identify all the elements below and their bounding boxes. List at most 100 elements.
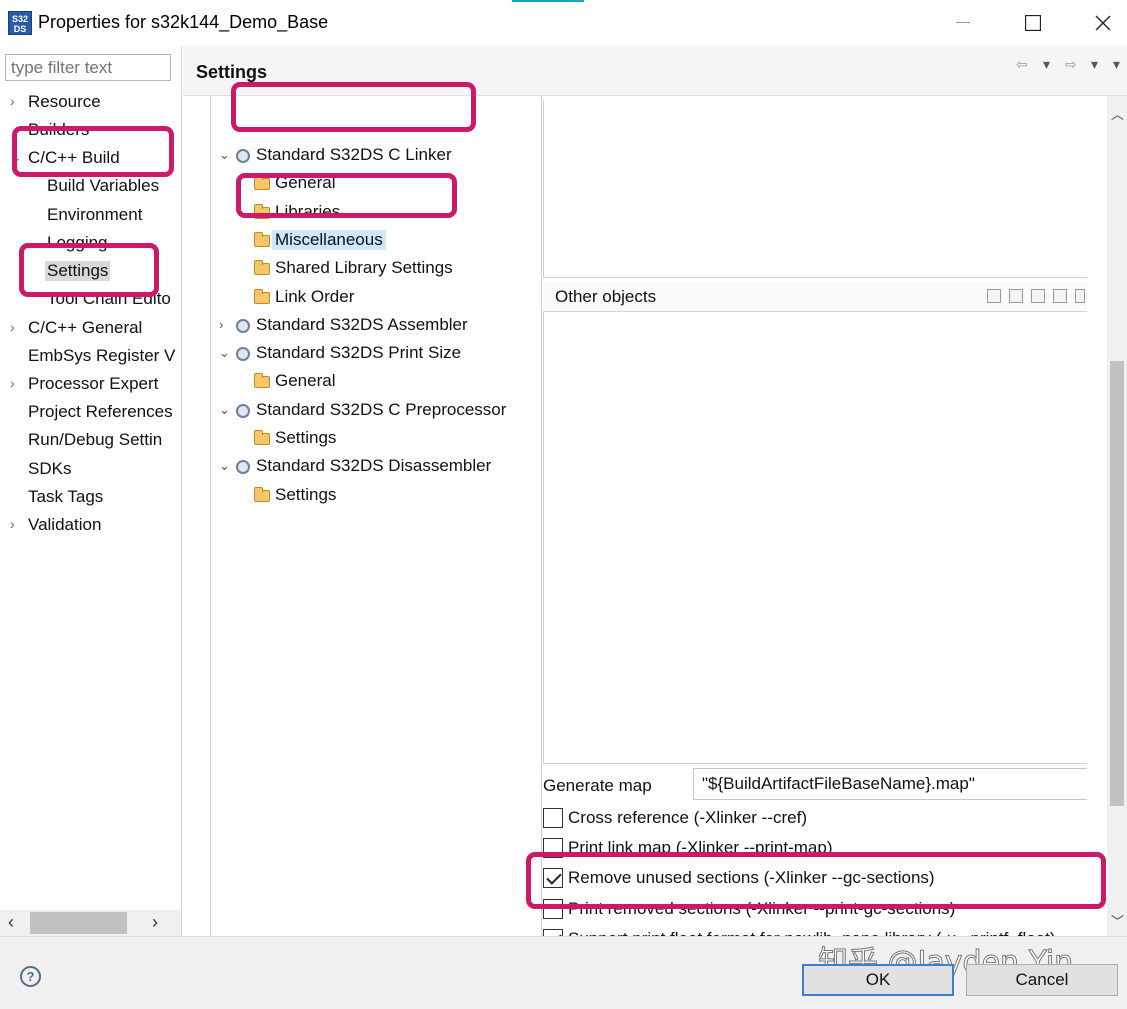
- tool-tree-item[interactable]: › Standard S32DS Assembler: [211, 314, 541, 340]
- edit-icon[interactable]: [1031, 289, 1045, 303]
- nav-item[interactable]: › Resource: [0, 91, 181, 117]
- tool-settings-tree: ⌄ Standard S32DS C Linker General Libraries…: [210, 96, 542, 936]
- maximize-button[interactable]: [1010, 8, 1056, 38]
- folder-icon: [254, 259, 272, 277]
- scroll-thumb[interactable]: [30, 912, 127, 934]
- minimize-button[interactable]: [940, 8, 986, 38]
- main-vertical-scrollbar[interactable]: ︿ ﹀: [1107, 96, 1127, 936]
- tool-tree-label: General: [275, 371, 336, 391]
- scroll-up-icon[interactable]: ︿: [1111, 104, 1124, 123]
- tool-tree-subitem[interactable]: General: [211, 172, 541, 198]
- chevron-down-icon[interactable]: ⌄: [219, 458, 230, 474]
- chevron-right-icon[interactable]: ›: [10, 93, 22, 109]
- chevron-down-icon[interactable]: ⌄: [219, 402, 230, 418]
- tool-tree-subitem[interactable]: Shared Library Settings: [211, 257, 541, 283]
- checkbox-unchecked[interactable]: [543, 898, 563, 919]
- nav-item[interactable]: Logging: [0, 232, 181, 258]
- move-up-icon[interactable]: [1053, 289, 1067, 303]
- move-down-icon[interactable]: [1075, 289, 1085, 303]
- tool-tree-subitem[interactable]: Miscellaneous: [211, 229, 541, 255]
- filter-input[interactable]: [5, 54, 171, 81]
- option-checkbox-row[interactable]: Print removed sections (-Xlinker --print…: [543, 897, 1087, 923]
- tool-tree-subitem[interactable]: Settings: [211, 484, 541, 510]
- scroll-down-icon[interactable]: ﹀: [1111, 911, 1124, 930]
- tool-tree-item[interactable]: ⌄ Standard S32DS C Linker: [211, 144, 541, 170]
- add-icon[interactable]: [987, 289, 1001, 303]
- option-label: Cross reference (-Xlinker --cref): [568, 808, 807, 827]
- gear-icon: [235, 344, 253, 362]
- chevron-down-icon[interactable]: ⌄: [219, 345, 230, 361]
- tool-tree-label: Libraries: [275, 201, 341, 221]
- title-bar: S32 DS Properties for s32k144_Demo_Base: [0, 0, 1127, 46]
- tool-tree-subitem[interactable]: Link Order: [211, 286, 541, 312]
- tool-tree-label: Settings: [275, 428, 337, 447]
- tool-tree-subitem[interactable]: Settings: [211, 427, 541, 453]
- option-checkbox-row[interactable]: Remove unused sections (-Xlinker --gc-se…: [543, 866, 1087, 892]
- nav-item-label: Run/Debug Settin: [28, 430, 163, 449]
- other-objects-list[interactable]: [543, 312, 1087, 764]
- minimize-icon: [956, 22, 970, 23]
- nav-item-label: SDKs: [28, 459, 72, 478]
- chevron-right-icon[interactable]: ›: [10, 516, 22, 532]
- scroll-left-icon[interactable]: ‹: [8, 912, 14, 933]
- nav-item[interactable]: Build Variables: [0, 175, 181, 201]
- cancel-button[interactable]: Cancel: [966, 964, 1118, 996]
- tool-tree-item[interactable]: ⌄ Standard S32DS C Preprocessor: [211, 399, 541, 425]
- tool-tree-item[interactable]: ⌄ Standard S32DS Print Size: [211, 342, 541, 368]
- nav-item[interactable]: › Processor Expert: [0, 373, 181, 399]
- option-checkbox-row[interactable]: Print link map (-Xlinker --print-map): [543, 836, 1087, 862]
- chevron-right-icon[interactable]: ›: [10, 375, 22, 391]
- nav-item[interactable]: Run/Debug Settin: [0, 429, 181, 455]
- tool-tree-subitem[interactable]: Libraries: [211, 201, 541, 227]
- close-icon: [1095, 15, 1111, 31]
- tool-tree-subitem[interactable]: General: [211, 370, 541, 396]
- nav-item[interactable]: Project References: [0, 401, 181, 427]
- chevron-down-icon[interactable]: ⌄: [10, 149, 22, 166]
- nav-item[interactable]: Tool Chain Edito: [0, 288, 181, 314]
- nav-item[interactable]: Settings: [0, 260, 181, 286]
- tool-tree-label: Standard S32DS Print Size: [256, 343, 462, 363]
- checkbox-unchecked[interactable]: [543, 808, 563, 828]
- chevron-right-icon[interactable]: ›: [10, 319, 22, 335]
- nav-item-label: C/C++ General: [28, 318, 143, 337]
- checkbox-unchecked[interactable]: [543, 838, 563, 859]
- nav-item[interactable]: EmbSys Register V: [0, 345, 181, 371]
- chevron-right-icon[interactable]: ›: [219, 317, 223, 332]
- option-checkbox-row[interactable]: Cross reference (-Xlinker --cref): [543, 806, 1087, 832]
- forward-menu-icon[interactable]: ▾: [1091, 56, 1098, 73]
- nav-item[interactable]: Task Tags: [0, 486, 181, 512]
- tool-tree-item[interactable]: ⌄ Standard S32DS Disassembler: [211, 455, 541, 481]
- add-workspace-icon[interactable]: [1009, 289, 1023, 303]
- nav-item-label: EmbSys Register V: [28, 346, 176, 365]
- folder-icon: [254, 486, 272, 504]
- nav-item-label: Tool Chain Edito: [47, 289, 171, 308]
- back-arrow-icon[interactable]: ⇦: [1016, 56, 1028, 73]
- option-label: Remove unused sections (-Xlinker --gc-se…: [568, 868, 935, 888]
- tool-tree-label: Standard S32DS Assembler: [256, 314, 468, 334]
- maximize-icon: [1025, 15, 1041, 31]
- settings-header: Settings ⇦ ▾ ⇨ ▾ ▾: [183, 46, 1127, 96]
- nav-item[interactable]: › C/C++ General: [0, 317, 181, 343]
- generate-map-field[interactable]: "${BuildArtifactFileBaseName}.map": [693, 768, 1087, 800]
- nav-item[interactable]: SDKs: [0, 458, 181, 484]
- view-menu-icon[interactable]: ▾: [1113, 56, 1120, 73]
- nav-horizontal-scrollbar[interactable]: ‹ ›: [0, 910, 181, 936]
- ok-button[interactable]: OK: [802, 964, 954, 996]
- tool-tree-label: Link Order: [275, 286, 355, 306]
- gear-icon: [235, 146, 253, 164]
- checkbox-checked[interactable]: [543, 868, 563, 889]
- help-icon[interactable]: ?: [20, 966, 41, 987]
- nav-item[interactable]: ⌄ C/C++ Build: [0, 147, 181, 173]
- close-button[interactable]: [1080, 8, 1126, 38]
- tool-tree-label: Shared Library Settings: [275, 258, 453, 278]
- nav-item[interactable]: › Validation: [0, 514, 181, 540]
- scroll-thumb[interactable]: [1110, 361, 1124, 806]
- nav-item[interactable]: Builders: [0, 119, 181, 145]
- nav-item[interactable]: Environment: [0, 204, 181, 230]
- chevron-down-icon[interactable]: ⌄: [219, 147, 230, 163]
- folder-icon: [254, 231, 272, 249]
- linker-flags-list[interactable]: [543, 100, 1087, 278]
- forward-arrow-icon[interactable]: ⇨: [1065, 56, 1077, 73]
- back-menu-icon[interactable]: ▾: [1043, 56, 1050, 73]
- scroll-right-icon[interactable]: ›: [152, 912, 158, 933]
